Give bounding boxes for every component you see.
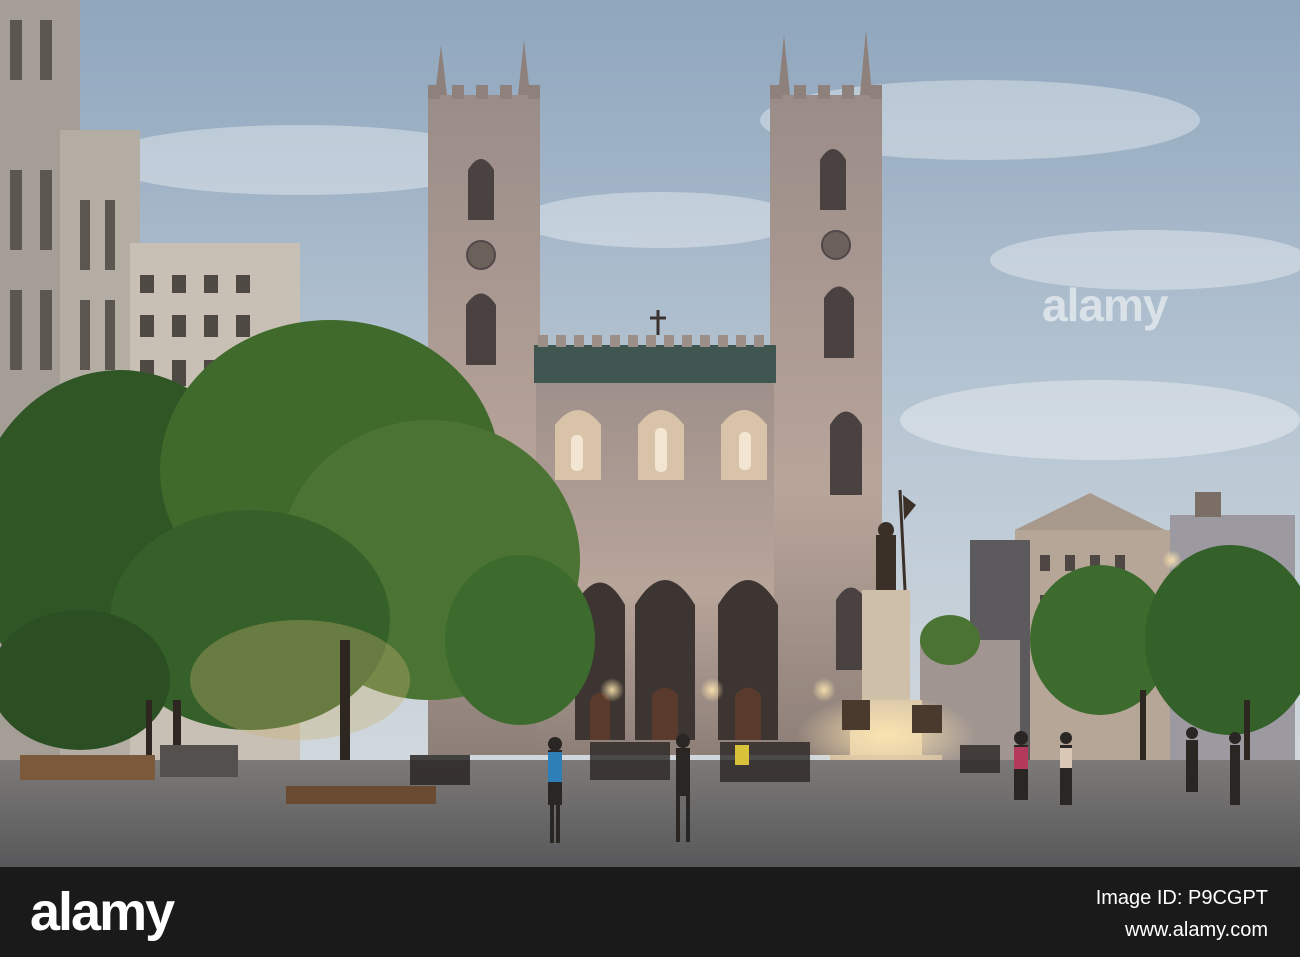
parked-car [160, 745, 238, 777]
green-parapet [534, 345, 776, 383]
site-url: www.alamy.com [1125, 919, 1268, 941]
cathedral-photo [0, 0, 1300, 867]
bench [286, 786, 436, 804]
image-id: Image ID: P9CGPT [1095, 887, 1268, 909]
terrace [20, 755, 155, 780]
watermark-footer: alamy Image ID: P9CGPT www.alamy.com [0, 867, 1300, 957]
image-meta: Image ID: P9CGPT www.alamy.com [1096, 885, 1268, 943]
stock-photo-frame: alamy alamy Image ID: P9CGPT www.alamy.c… [0, 0, 1300, 957]
alamy-logo: alamy [30, 882, 175, 942]
watermark-center: alamy [1042, 279, 1168, 331]
photo-illustration [0, 0, 1300, 867]
